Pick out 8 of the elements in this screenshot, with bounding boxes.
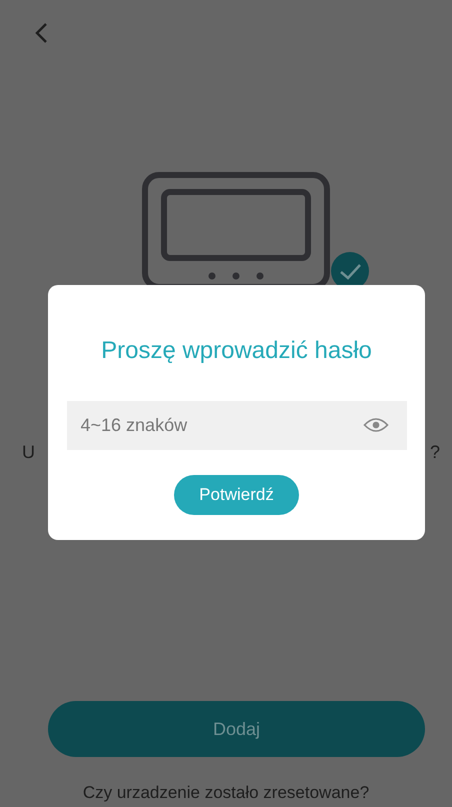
password-field[interactable]: 4~16 znaków bbox=[66, 401, 406, 450]
confirm-button[interactable]: Potwierdź bbox=[174, 475, 299, 515]
eye-icon[interactable] bbox=[362, 417, 388, 433]
reset-link[interactable]: Czy urzadzenie zostało zresetowane? bbox=[0, 783, 452, 803]
back-icon[interactable] bbox=[34, 22, 48, 44]
hint-text: U bbox=[22, 442, 35, 463]
hint-text: ? bbox=[430, 442, 440, 463]
dialog-title: Proszę wprowadzić hasło bbox=[101, 337, 372, 365]
